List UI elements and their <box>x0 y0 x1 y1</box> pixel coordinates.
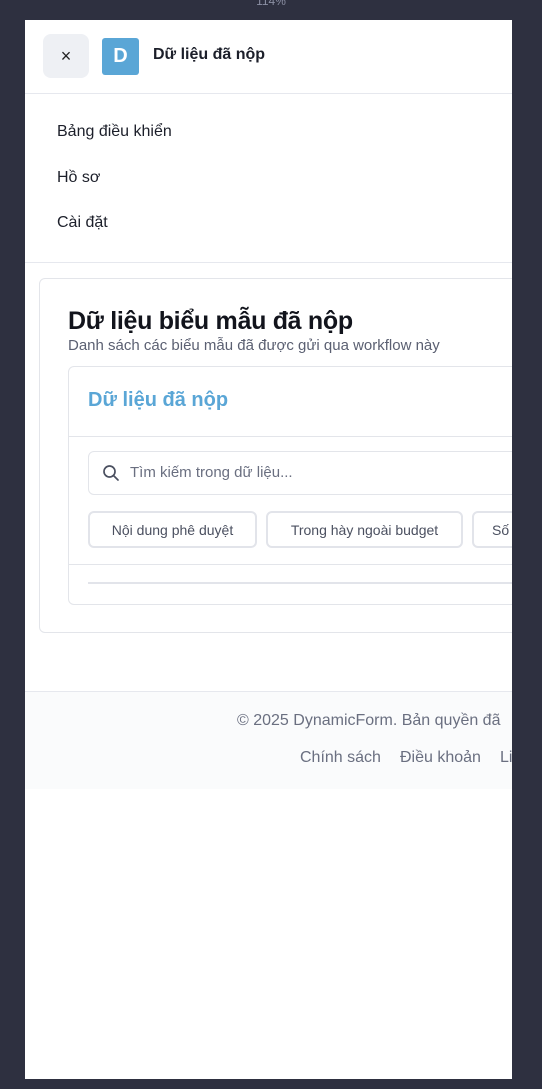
divider <box>69 564 512 565</box>
search-input[interactable] <box>130 464 512 481</box>
card-subtitle: Danh sách các biểu mẫu đã được gửi qua w… <box>68 337 440 354</box>
column-filter-budget[interactable]: Trong hày ngoài budget <box>266 511 463 548</box>
panel-title: Dữ liệu đã nộp <box>88 389 229 411</box>
column-filter-number[interactable]: Số <box>472 511 512 548</box>
footer: © 2025 DynamicForm. Bản quyền đã Chính s… <box>25 691 512 789</box>
table-placeholder-line <box>88 582 512 584</box>
logo-badge: D <box>102 38 139 75</box>
close-button[interactable]: × <box>43 34 89 78</box>
nav-menu: Bảng điều khiển Hồ sơ Cài đặt <box>25 94 512 263</box>
copyright-text: © 2025 DynamicForm. Bản quyền đã <box>237 712 501 729</box>
close-icon: × <box>60 45 72 66</box>
footer-link-contact[interactable]: Li <box>500 749 512 767</box>
column-filter-approval-content[interactable]: Nội dung phê duyệt <box>88 511 257 548</box>
top-bar: × D Dữ liệu đã nộp <box>25 20 512 94</box>
nav-item-settings[interactable]: Cài đặt <box>57 214 108 232</box>
app-panel: × D Dữ liệu đã nộp Bảng điều khiển Hồ sơ… <box>25 20 512 1079</box>
search-box[interactable] <box>88 451 512 495</box>
footer-link-terms[interactable]: Điều khoản <box>400 749 481 767</box>
search-icon <box>103 465 119 481</box>
panel-header: Dữ liệu đã nộp <box>69 367 512 437</box>
zoom-level: 114% <box>256 0 286 8</box>
submitted-data-card: Dữ liệu biểu mẫu đã nộp Danh sách các bi… <box>39 278 512 633</box>
nav-item-dashboard[interactable]: Bảng điều khiển <box>57 123 172 141</box>
footer-link-policy[interactable]: Chính sách <box>300 749 381 767</box>
card-title: Dữ liệu biểu mẫu đã nộp <box>68 307 353 335</box>
nav-item-profile[interactable]: Hồ sơ <box>57 169 100 187</box>
page-title: Dữ liệu đã nộp <box>153 46 266 63</box>
submitted-data-panel: Dữ liệu đã nộp Nội dung phê duyệt Trong … <box>68 366 512 605</box>
